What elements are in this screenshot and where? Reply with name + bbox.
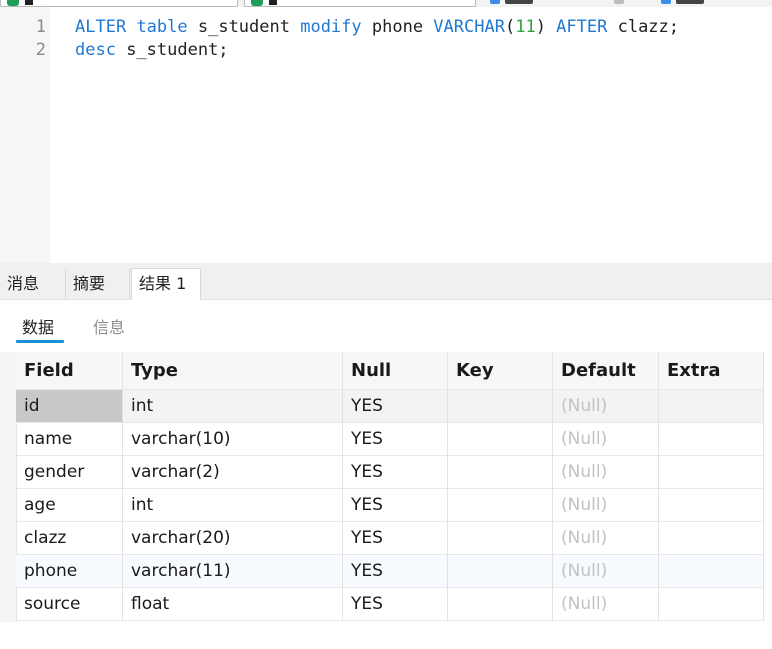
stop-icon[interactable] bbox=[614, 0, 624, 4]
cell-key[interactable] bbox=[448, 522, 553, 555]
cell-key[interactable] bbox=[448, 588, 553, 621]
explain-icon[interactable] bbox=[661, 0, 671, 4]
cell-extra[interactable] bbox=[659, 489, 764, 522]
cell-field[interactable]: gender bbox=[16, 456, 123, 489]
column-header-extra[interactable]: Extra bbox=[659, 352, 764, 390]
cell-key[interactable] bbox=[448, 489, 553, 522]
cell-extra[interactable] bbox=[659, 588, 764, 621]
column-header-type[interactable]: Type bbox=[123, 352, 343, 390]
code-token-plain: ( bbox=[504, 17, 516, 37]
tab-result-1[interactable]: 结果 1 bbox=[131, 268, 201, 300]
cell-extra[interactable] bbox=[659, 390, 764, 423]
connection-label-fragment bbox=[25, 0, 33, 5]
code-token-plain: ) bbox=[535, 17, 557, 37]
cell-field[interactable]: source bbox=[16, 588, 123, 621]
explain-label-fragment bbox=[676, 0, 704, 4]
result-grid: Field Type Null Key Default Extra id int… bbox=[0, 352, 772, 649]
cell-null[interactable]: YES bbox=[343, 588, 448, 621]
cell-null[interactable]: YES bbox=[343, 390, 448, 423]
cell-field[interactable]: name bbox=[16, 423, 123, 456]
cell-field[interactable]: age bbox=[16, 489, 123, 522]
tab-summary[interactable]: 摘要 bbox=[66, 269, 130, 299]
cell-field[interactable]: id bbox=[16, 390, 123, 423]
cell-default[interactable]: (Null) bbox=[553, 588, 659, 621]
column-header-key[interactable]: Key bbox=[448, 352, 553, 390]
connection-select[interactable] bbox=[0, 0, 238, 7]
result-subtabs: 数据 信息 bbox=[0, 300, 772, 350]
cell-type[interactable]: varchar(10) bbox=[123, 423, 343, 456]
cell-extra[interactable] bbox=[659, 423, 764, 456]
cell-key[interactable] bbox=[448, 390, 553, 423]
column-header-field[interactable]: Field bbox=[16, 352, 123, 390]
output-tab-bar: 消息 摘要 结果 1 bbox=[0, 263, 772, 300]
cell-type[interactable]: varchar(20) bbox=[123, 522, 343, 555]
cell-type[interactable]: int bbox=[123, 489, 343, 522]
code-line: ALTER table s_student modify phone VARCH… bbox=[75, 17, 679, 37]
code-token-kw: desc bbox=[75, 40, 116, 60]
cell-key[interactable] bbox=[448, 423, 553, 456]
code-token-kw: AFTER bbox=[556, 17, 608, 37]
cell-null[interactable]: YES bbox=[343, 522, 448, 555]
line-number: 2 bbox=[35, 40, 46, 60]
line-gutter: 1 2 bbox=[0, 7, 50, 263]
toolbar-strip bbox=[0, 0, 772, 7]
run-label-fragment bbox=[505, 0, 533, 4]
code-token-kw: modify bbox=[300, 17, 362, 37]
cell-extra[interactable] bbox=[659, 555, 764, 588]
code-token-plain: clazz; bbox=[607, 17, 680, 37]
cell-default[interactable]: (Null) bbox=[553, 390, 659, 423]
subtab-data[interactable]: 数据 bbox=[22, 314, 54, 338]
column-header-default[interactable]: Default bbox=[553, 352, 659, 390]
cell-default[interactable]: (Null) bbox=[553, 423, 659, 456]
cell-default[interactable]: (Null) bbox=[553, 522, 659, 555]
database-icon bbox=[251, 0, 263, 6]
cell-null[interactable]: YES bbox=[343, 489, 448, 522]
row-selector-column bbox=[0, 352, 17, 622]
code-token-plain: s_student bbox=[187, 17, 301, 37]
cell-null[interactable]: YES bbox=[343, 423, 448, 456]
cell-type[interactable]: varchar(11) bbox=[123, 555, 343, 588]
code-token-kw: ALTER bbox=[75, 17, 127, 37]
code-token-kw: VARCHAR bbox=[433, 17, 505, 37]
connection-icon bbox=[7, 0, 19, 6]
column-header-null[interactable]: Null bbox=[343, 352, 448, 390]
cell-type[interactable]: varchar(2) bbox=[123, 456, 343, 489]
cell-null[interactable]: YES bbox=[343, 555, 448, 588]
cell-type[interactable]: float bbox=[123, 588, 343, 621]
active-subtab-indicator bbox=[16, 340, 64, 343]
line-number: 1 bbox=[35, 17, 46, 37]
cell-field[interactable]: clazz bbox=[16, 522, 123, 555]
cell-null[interactable]: YES bbox=[343, 456, 448, 489]
cell-type[interactable]: int bbox=[123, 390, 343, 423]
cell-default[interactable]: (Null) bbox=[553, 489, 659, 522]
database-select[interactable] bbox=[244, 0, 476, 7]
cell-extra[interactable] bbox=[659, 522, 764, 555]
cell-default[interactable]: (Null) bbox=[553, 555, 659, 588]
code-token-kw: table bbox=[136, 17, 188, 37]
run-icon[interactable] bbox=[490, 0, 500, 4]
tab-messages[interactable]: 消息 bbox=[0, 269, 66, 299]
database-label-fragment bbox=[269, 0, 277, 5]
cell-default[interactable]: (Null) bbox=[553, 456, 659, 489]
code-line: desc s_student; bbox=[75, 40, 229, 60]
cell-extra[interactable] bbox=[659, 456, 764, 489]
code-token-plain: phone bbox=[361, 17, 434, 37]
sql-editor[interactable]: 1 2 ALTER table s_student modify phone V… bbox=[0, 7, 772, 263]
code-token-num: 11 bbox=[515, 17, 536, 37]
cell-key[interactable] bbox=[448, 555, 553, 588]
cell-field[interactable]: phone bbox=[16, 555, 123, 588]
cell-key[interactable] bbox=[448, 456, 553, 489]
subtab-info[interactable]: 信息 bbox=[93, 314, 125, 338]
code-token-plain: s_student; bbox=[115, 40, 229, 60]
